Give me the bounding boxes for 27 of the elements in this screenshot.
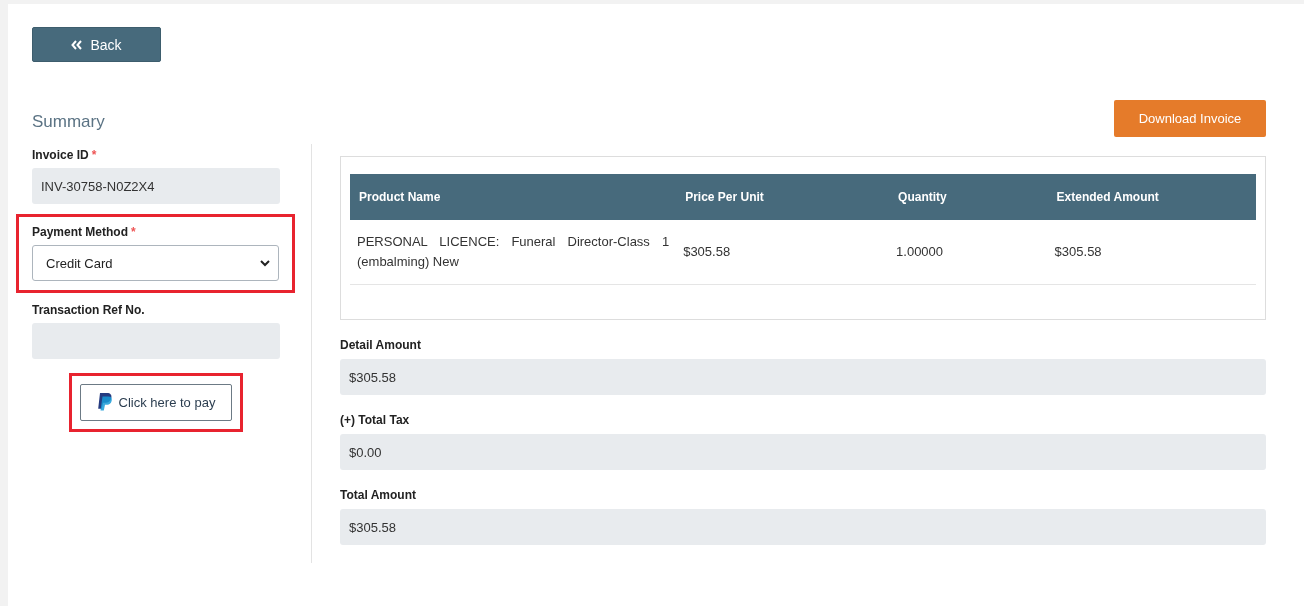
section-title: Summary [32,111,105,133]
pay-button[interactable]: Click here to pay [80,384,232,421]
field-label: Transaction Ref No. [32,303,145,317]
field-label: Payment Method * [32,225,136,239]
amount-field: $305.58 [340,509,1266,545]
field-label: Total Amount [340,488,416,502]
table-cell: $305.58 [1047,220,1256,285]
field-label: Detail Amount [340,338,421,352]
chevron-down-icon [260,259,270,267]
required-mark: * [91,148,97,162]
table-cell: $305.58 [676,220,890,285]
table-cell: 1.00000 [889,220,1048,285]
column-header: Extended Amount [1047,174,1256,220]
double-chevron-left-icon [71,39,83,50]
column-header: Product Name [350,174,677,220]
field-label: Invoice ID * [32,148,97,162]
amount-field: $0.00 [340,434,1266,470]
field-label: (+) Total Tax [340,413,410,427]
back-button[interactable]: Back [32,27,161,62]
column-header: Quantity [889,174,1048,220]
column-header: Price Per Unit [676,174,890,220]
required-mark: * [131,225,136,239]
input-field[interactable]: INV-30758-N0Z2X4 [32,168,280,204]
payment-method-select[interactable]: Credit Card [32,245,279,281]
amount-field: $305.58 [340,359,1266,395]
table-cell: PERSONAL LICENCE: Funeral Director-Class 1 (embalming) New [350,220,677,285]
paypal-logo-icon [96,393,113,412]
